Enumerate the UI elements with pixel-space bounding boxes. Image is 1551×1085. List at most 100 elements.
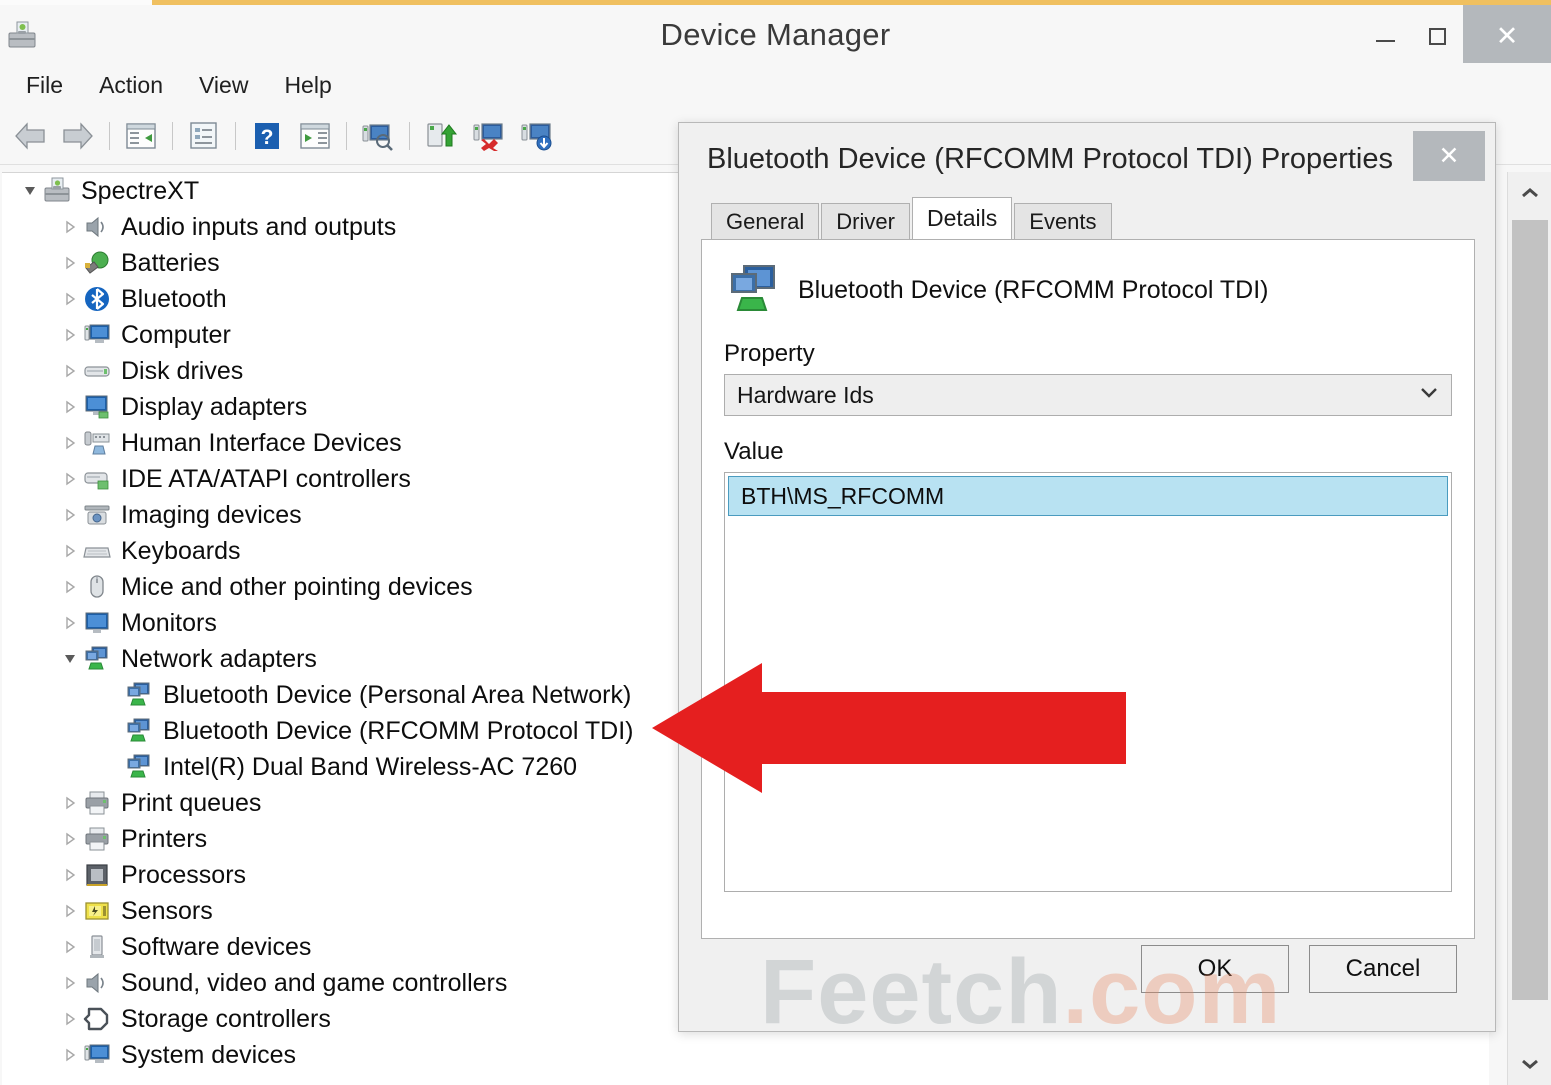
tree-item-label: Software devices	[121, 932, 312, 961]
close-icon: ✕	[1438, 142, 1460, 170]
processor-icon	[82, 860, 112, 890]
menu-item-file[interactable]: File	[8, 69, 81, 102]
minimize-button[interactable]	[1359, 5, 1411, 67]
twisty-expanded-icon[interactable]	[58, 651, 82, 667]
properties-icon[interactable]	[182, 114, 226, 158]
device-header: Bluetooth Device (RFCOMM Protocol TDI)	[702, 240, 1474, 318]
twisty-collapsed-icon[interactable]	[58, 327, 82, 343]
tab-details[interactable]: Details	[911, 197, 1013, 239]
tree-item-label: Network adapters	[121, 644, 317, 673]
twisty-collapsed-icon[interactable]	[58, 471, 82, 487]
twisty-expanded-icon[interactable]	[18, 183, 42, 199]
scroll-up-button[interactable]	[1508, 172, 1551, 214]
show-hide-console-tree-icon[interactable]	[119, 114, 163, 158]
tree-item-label: Keyboards	[121, 536, 241, 565]
twisty-collapsed-icon[interactable]	[58, 399, 82, 415]
close-button[interactable]: ✕	[1463, 5, 1551, 67]
twisty-collapsed-icon[interactable]	[58, 939, 82, 955]
tree-item-label: Batteries	[121, 248, 220, 277]
menu-item-action[interactable]: Action	[81, 69, 181, 102]
maximize-icon	[1428, 27, 1446, 45]
tree-item-label: Human Interface Devices	[121, 428, 402, 457]
uninstall-device-icon[interactable]	[467, 114, 511, 158]
speaker-icon	[82, 968, 112, 998]
tree-item-label: IDE ATA/ATAPI controllers	[121, 464, 411, 493]
tree-item-label: Bluetooth	[121, 284, 227, 313]
menu-item-view[interactable]: View	[181, 69, 266, 102]
twisty-collapsed-icon[interactable]	[58, 219, 82, 235]
disable-device-icon[interactable]	[515, 114, 559, 158]
hid-icon	[82, 428, 112, 458]
ide-controller-icon	[82, 464, 112, 494]
toolbar-separator	[409, 121, 410, 150]
back-arrow-icon[interactable]	[8, 114, 52, 158]
twisty-collapsed-icon[interactable]	[58, 795, 82, 811]
device-manager-window: Device Manager ✕ File Action View Help ?…	[0, 0, 1551, 1085]
details-tab-panel: Bluetooth Device (RFCOMM Protocol TDI) P…	[701, 239, 1475, 939]
twisty-collapsed-icon[interactable]	[58, 831, 82, 847]
twisty-collapsed-icon[interactable]	[58, 867, 82, 883]
twisty-collapsed-icon[interactable]	[58, 291, 82, 307]
twisty-collapsed-icon[interactable]	[58, 1047, 82, 1063]
tree-item-label: Disk drives	[121, 356, 244, 385]
computer-icon	[82, 1040, 112, 1070]
tab-events[interactable]: Events	[1014, 203, 1112, 239]
twisty-collapsed-icon[interactable]	[58, 507, 82, 523]
twisty-collapsed-icon[interactable]	[58, 543, 82, 559]
dialog-button-row: OK Cancel	[701, 945, 1475, 993]
tree-item-label: Intel(R) Dual Band Wireless-AC 7260	[163, 752, 578, 781]
forward-arrow-icon[interactable]	[56, 114, 100, 158]
property-dropdown[interactable]: Hardware Ids	[724, 374, 1452, 416]
tab-driver[interactable]: Driver	[821, 203, 910, 239]
display-adapter-icon	[82, 392, 112, 422]
help-icon[interactable]: ?	[245, 114, 289, 158]
tree-item-label: Imaging devices	[121, 500, 302, 529]
menu-bar: File Action View Help	[0, 63, 1551, 107]
tree-item-label: Audio inputs and outputs	[121, 212, 397, 241]
twisty-collapsed-icon[interactable]	[58, 435, 82, 451]
sensor-icon	[82, 896, 112, 926]
twisty-collapsed-icon[interactable]	[58, 363, 82, 379]
update-driver-icon[interactable]	[419, 114, 463, 158]
tree-item-label: Printers	[121, 824, 208, 853]
list-item[interactable]: BTH\MS_RFCOMM	[728, 476, 1448, 516]
show-hide-action-pane-icon[interactable]	[293, 114, 337, 158]
dialog-title: Bluetooth Device (RFCOMM Protocol TDI) P…	[707, 143, 1394, 175]
toolbar-separator	[109, 121, 110, 150]
scan-for-hardware-changes-icon[interactable]	[356, 114, 400, 158]
ok-button[interactable]: OK	[1141, 945, 1289, 993]
toolbar-separator	[346, 121, 347, 150]
twisty-collapsed-icon[interactable]	[58, 615, 82, 631]
printer-icon	[82, 788, 112, 818]
minimize-icon	[1375, 40, 1395, 42]
vertical-scrollbar[interactable]	[1507, 172, 1551, 1085]
twisty-collapsed-icon[interactable]	[58, 1011, 82, 1027]
scroll-down-button[interactable]	[1508, 1043, 1551, 1085]
tree-item-system-devices[interactable]: System devices	[2, 1037, 1489, 1073]
property-selected-value: Hardware Ids	[737, 381, 874, 408]
tree-item-label: Processors	[121, 860, 247, 889]
network-adapter-icon	[124, 680, 154, 710]
dialog-tabs: General Driver Details Events	[701, 197, 1475, 239]
network-adapter-icon	[124, 716, 154, 746]
speaker-icon	[82, 212, 112, 242]
tree-item-label: System devices	[121, 1040, 297, 1069]
menu-item-help[interactable]: Help	[266, 69, 349, 102]
cancel-button[interactable]: Cancel	[1309, 945, 1457, 993]
value-listbox[interactable]: BTH\MS_RFCOMM	[724, 472, 1452, 892]
maximize-button[interactable]	[1411, 5, 1463, 67]
title-bar: Device Manager ✕	[0, 5, 1551, 67]
tree-item-label: Print queues	[121, 788, 262, 817]
dialog-close-button[interactable]: ✕	[1413, 131, 1485, 181]
tab-general[interactable]: General	[711, 203, 820, 239]
scrollbar-thumb[interactable]	[1512, 220, 1548, 1000]
twisty-collapsed-icon[interactable]	[58, 579, 82, 595]
twisty-collapsed-icon[interactable]	[58, 975, 82, 991]
mouse-icon	[82, 572, 112, 602]
network-adapter-icon	[726, 262, 782, 318]
twisty-collapsed-icon[interactable]	[58, 903, 82, 919]
tree-item-label: Sensors	[121, 896, 213, 925]
device-properties-dialog: Bluetooth Device (RFCOMM Protocol TDI) P…	[678, 122, 1496, 1032]
tree-item-label: Mice and other pointing devices	[121, 572, 473, 601]
twisty-collapsed-icon[interactable]	[58, 255, 82, 271]
